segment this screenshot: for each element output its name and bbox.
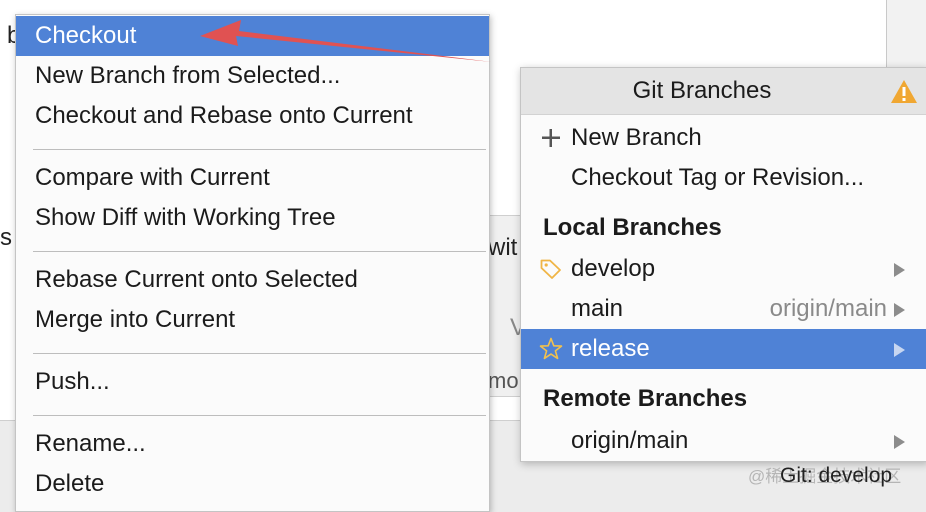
tracking-branch-label: origin/main — [769, 295, 887, 322]
menu-separator — [33, 353, 486, 354]
popup-header: Git Branches — [521, 68, 926, 115]
plus-icon — [542, 129, 560, 147]
menu-item-new-branch-from-selected[interactable]: New Branch from Selected... — [16, 56, 489, 96]
menu-item-checkout[interactable]: Checkout — [16, 16, 489, 56]
star-icon — [539, 337, 563, 360]
tag-icon — [540, 259, 561, 279]
menu-item-checkout-and-rebase[interactable]: Checkout and Rebase onto Current — [16, 96, 489, 136]
checkout-tag-item[interactable]: Checkout Tag or Revision... — [521, 158, 926, 198]
branch-item-develop[interactable]: develop — [521, 249, 926, 289]
menu-item-compare-with-current[interactable]: Compare with Current — [16, 158, 489, 198]
popup-title: Git Branches — [632, 77, 772, 104]
new-branch-item[interactable]: New Branch — [521, 118, 926, 158]
menu-item-rename[interactable]: Rename... — [16, 424, 489, 464]
chevron-right-icon — [894, 343, 905, 357]
remote-branches-header: Remote Branches — [543, 385, 748, 412]
menu-item-show-diff[interactable]: Show Diff with Working Tree — [16, 198, 489, 238]
branch-item-release[interactable]: release — [521, 329, 926, 369]
branch-item-main[interactable]: main origin/main — [521, 289, 926, 329]
menu-item-push[interactable]: Push... — [16, 362, 489, 402]
menu-item-rebase-current[interactable]: Rebase Current onto Selected — [16, 260, 489, 300]
git-branches-popup: Git Branches New Branch Checkout Tag or … — [520, 67, 926, 462]
local-branches-header: Local Branches — [543, 214, 722, 241]
chevron-right-icon — [894, 435, 905, 449]
git-branch-status[interactable]: Git: develop — [780, 464, 892, 488]
chevron-right-icon — [894, 303, 905, 317]
background-text-fragment: mo — [488, 368, 519, 393]
background-text-fragment: wit — [488, 234, 518, 261]
menu-separator — [33, 149, 486, 150]
remote-branch-item-origin-main[interactable]: origin/main — [521, 421, 926, 461]
menu-separator — [33, 415, 486, 416]
menu-item-merge-into-current[interactable]: Merge into Current — [16, 300, 489, 340]
menu-item-delete[interactable]: Delete — [16, 464, 489, 504]
chevron-right-icon — [894, 263, 905, 277]
warning-icon[interactable] — [890, 79, 918, 104]
menu-separator — [33, 251, 486, 252]
background-text-fragment: s — [0, 224, 12, 251]
branch-context-menu: Checkout New Branch from Selected... Che… — [15, 14, 490, 512]
